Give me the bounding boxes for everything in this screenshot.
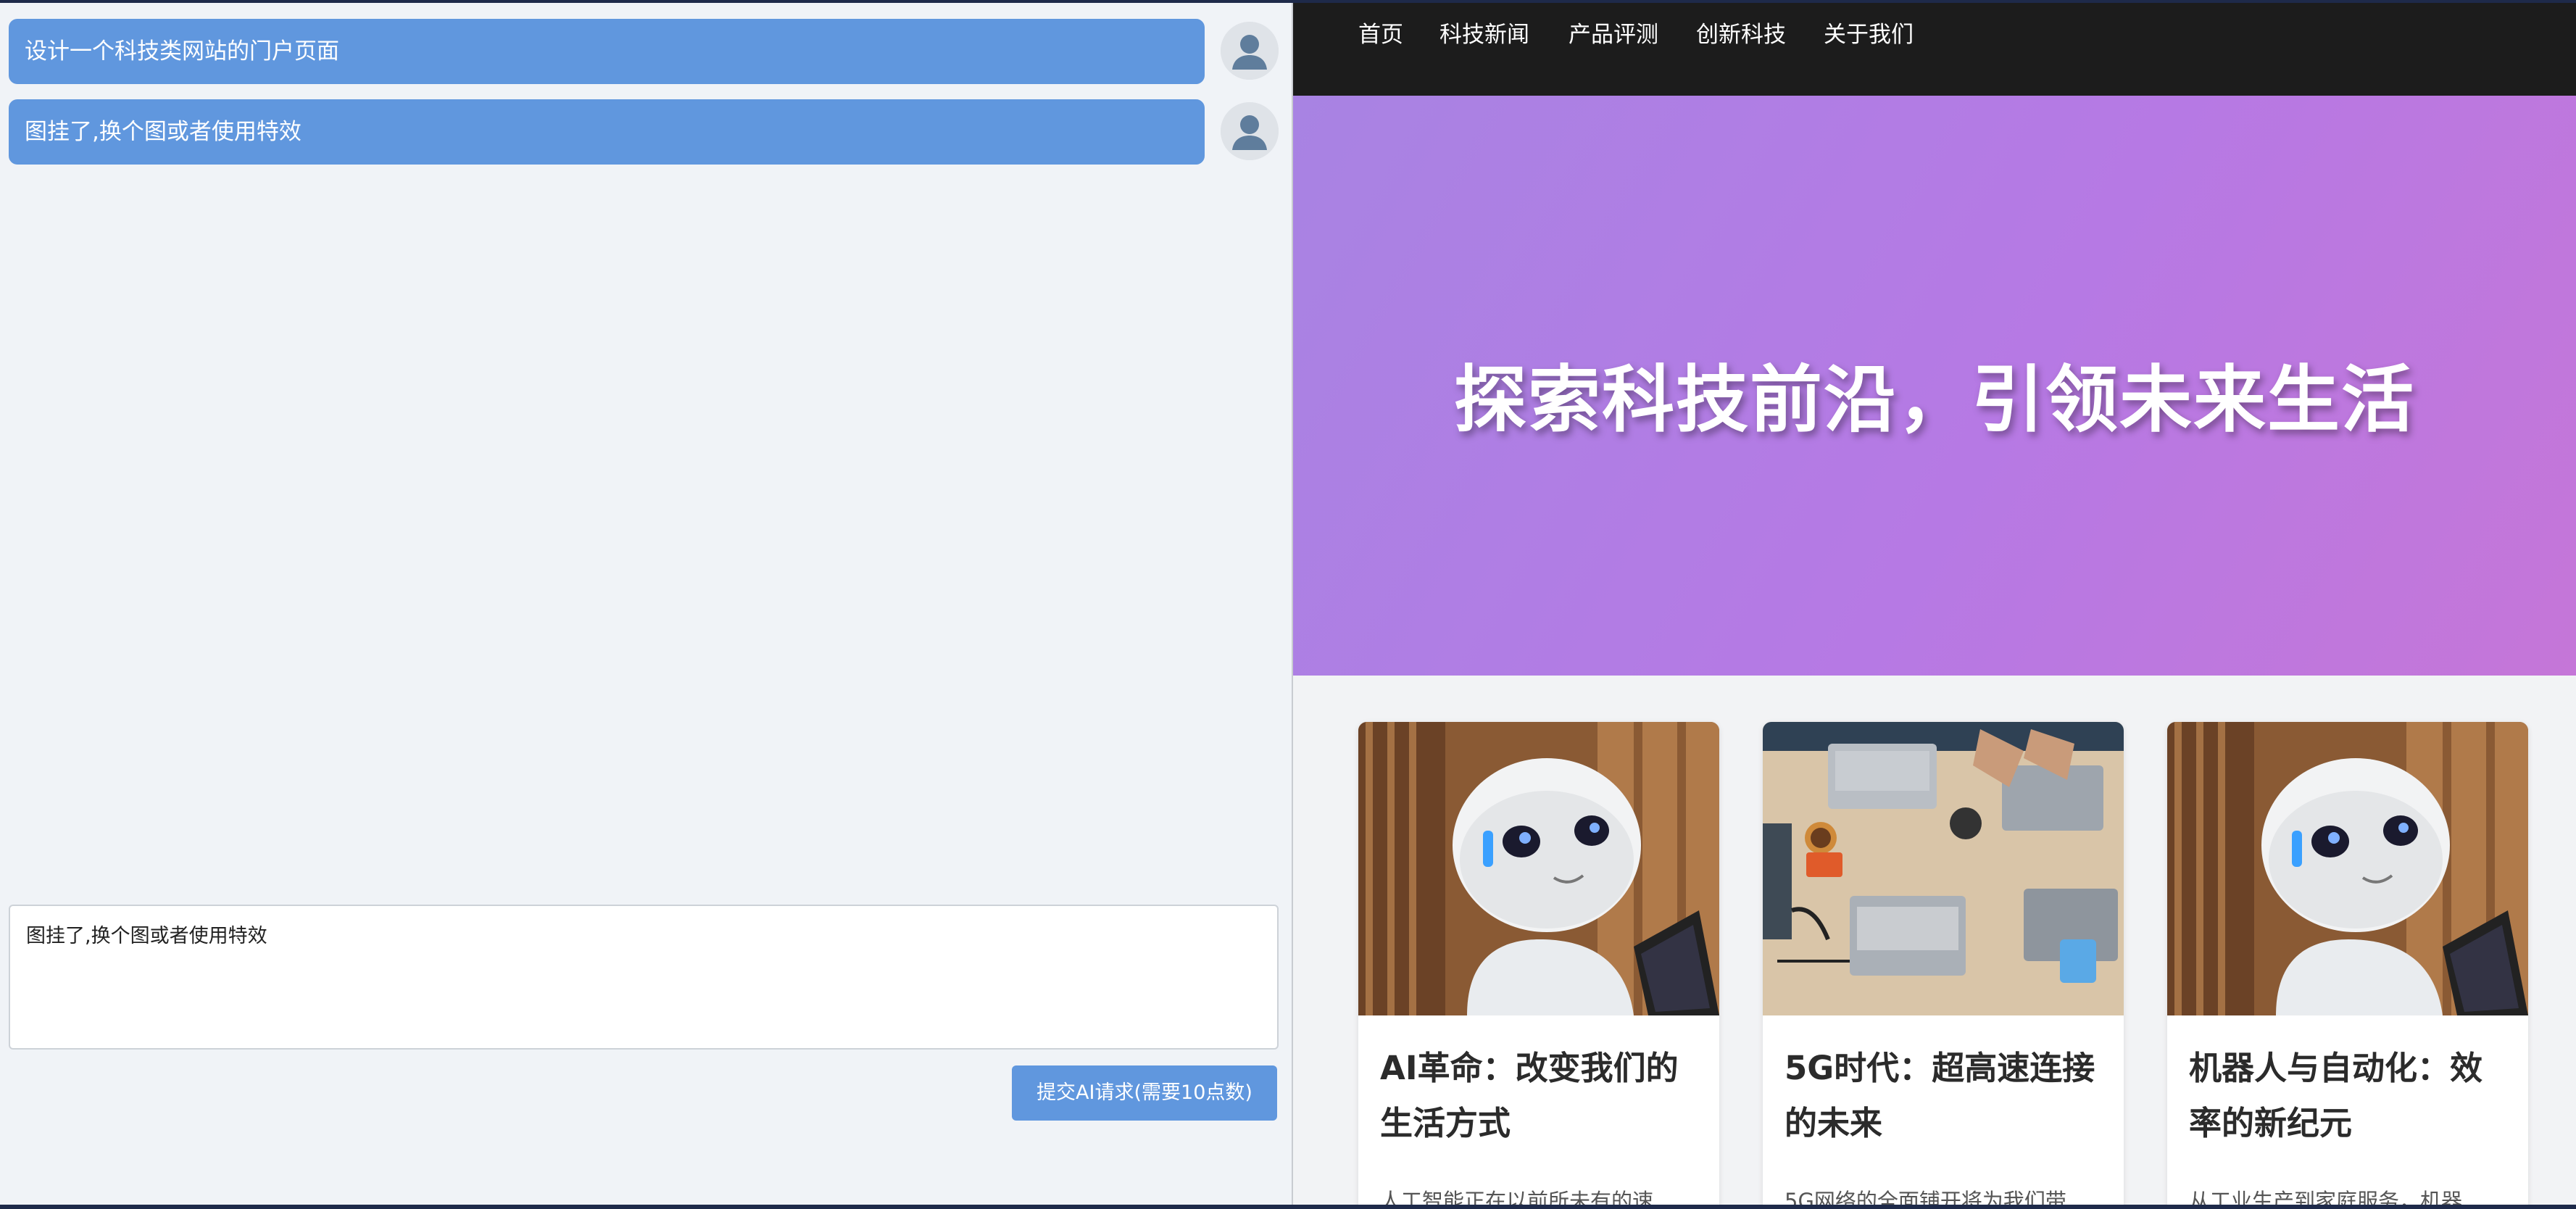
chat-panel: 设计一个科技类网站的门户页面 图挂了,换个图或者使用特效 图挂了,换个图或者使用… bbox=[0, 3, 1292, 1205]
article-card[interactable]: AI革命：改变我们的生活方式 人工智能正在以前所未有的速 bbox=[1358, 722, 1719, 1205]
robot-image bbox=[1358, 722, 1719, 1015]
message-bubble: 设计一个科技类网站的门户页面 bbox=[9, 19, 1205, 84]
card-excerpt: 从工业生产到家庭服务，机器 bbox=[2189, 1189, 2463, 1205]
prompt-input[interactable]: 图挂了,换个图或者使用特效 bbox=[9, 905, 1279, 1050]
article-card[interactable]: 机器人与自动化：效率的新纪元 从工业生产到家庭服务，机器 bbox=[2167, 722, 2528, 1205]
app-window: 设计一个科技类网站的门户页面 图挂了,换个图或者使用特效 图挂了,换个图或者使用… bbox=[0, 3, 2576, 1205]
card-title[interactable]: 机器人与自动化：效率的新纪元 bbox=[2189, 1041, 2506, 1151]
nav-link-innovation[interactable]: 创新科技 bbox=[1696, 16, 1786, 49]
user-avatar-icon bbox=[1221, 102, 1279, 160]
nav-link-reviews[interactable]: 产品评测 bbox=[1569, 16, 1658, 49]
message-bubble: 图挂了,换个图或者使用特效 bbox=[9, 99, 1205, 165]
nav-link-tech-news[interactable]: 科技新闻 bbox=[1439, 16, 1529, 49]
card-title[interactable]: AI革命：改变我们的生活方式 bbox=[1380, 1041, 1698, 1151]
nav-link-about[interactable]: 关于我们 bbox=[1824, 16, 1914, 49]
card-excerpt: 人工智能正在以前所未有的速 bbox=[1380, 1189, 1654, 1205]
nav-link-home[interactable]: 首页 bbox=[1358, 16, 1403, 49]
hero-banner: 探索科技前沿，引领未来生活 bbox=[1293, 96, 2576, 676]
chat-message: 图挂了,换个图或者使用特效 bbox=[9, 99, 1279, 166]
user-avatar-icon bbox=[1221, 22, 1279, 80]
desk-laptops-image bbox=[1763, 722, 2124, 1015]
hero-title: 探索科技前沿，引领未来生活 bbox=[1454, 357, 2415, 442]
website-preview: 首页 科技新闻 产品评测 创新科技 关于我们 探索科技前沿，引领未来生活 AI革… bbox=[1293, 3, 2576, 1205]
card-excerpt: 5G网络的全面铺开将为我们带 bbox=[1784, 1189, 2066, 1205]
article-card[interactable]: 5G时代：超高速连接的未来 5G网络的全面铺开将为我们带 bbox=[1763, 722, 2124, 1205]
chat-message: 设计一个科技类网站的门户页面 bbox=[9, 19, 1279, 86]
robot-image bbox=[2167, 722, 2528, 1015]
submit-ai-request-button[interactable]: 提交AI请求(需要10点数) bbox=[1012, 1065, 1277, 1121]
site-nav: 首页 科技新闻 产品评测 创新科技 关于我们 bbox=[1293, 3, 2576, 96]
card-title[interactable]: 5G时代：超高速连接的未来 bbox=[1784, 1041, 2102, 1151]
